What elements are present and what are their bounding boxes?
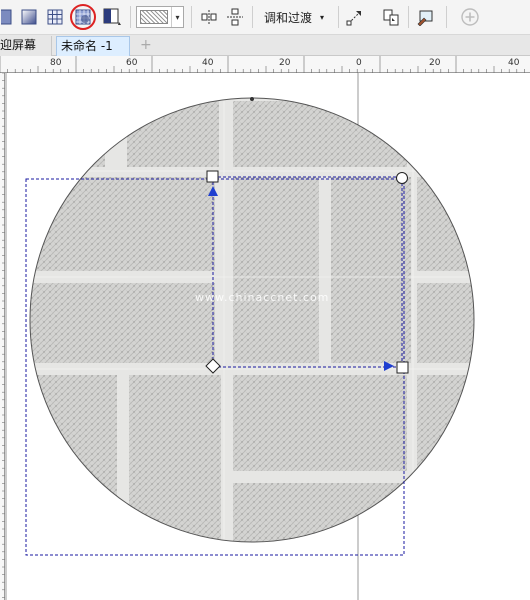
vertical-mirror-button[interactable] <box>224 4 246 30</box>
chevron-down-icon: ▾ <box>171 7 183 27</box>
ruler-label: 40 <box>508 58 520 68</box>
toolbar-separator <box>191 6 192 28</box>
edit-transparency-button[interactable] <box>414 4 438 30</box>
drawing-canvas[interactable]: www.chinaccnet.com <box>5 73 530 600</box>
origin-handle[interactable] <box>206 170 219 183</box>
gradient-tool-button[interactable] <box>18 4 40 30</box>
tab-untitled-document[interactable]: 未命名 -1 <box>56 36 130 56</box>
add-button[interactable] <box>458 4 482 30</box>
shape-edit-tool-button[interactable] <box>100 4 124 30</box>
tab-welcome-screen[interactable]: 迎屏幕 <box>0 36 52 56</box>
clone-transparency-button[interactable] <box>380 4 402 30</box>
grid-icon <box>47 9 63 25</box>
toolbar-separator <box>252 6 253 28</box>
ruler-label: 80 <box>50 58 62 68</box>
ruler-label: 20 <box>279 58 291 68</box>
half-filled-square-icon <box>103 8 121 25</box>
mirror-vertical-icon <box>227 8 243 26</box>
node-arrow-icon <box>346 10 362 26</box>
toolbar-separator <box>408 6 409 28</box>
copy-icon <box>383 9 399 26</box>
ruler-label: 20 <box>429 58 441 68</box>
ruler-ticks <box>0 56 525 73</box>
document-tab-bar: 迎屏幕 未命名 -1 + <box>0 35 530 56</box>
rotate-handle[interactable] <box>396 172 408 184</box>
toolbar: ▾ 调和过渡 ▾ <box>0 0 530 35</box>
gradient-square-icon <box>21 9 37 25</box>
toolbar-separator <box>130 6 131 28</box>
toolbar-separator <box>446 6 447 28</box>
new-tab-button[interactable]: + <box>136 36 152 56</box>
horizontal-ruler[interactable]: 80 60 40 20 0 20 40 <box>0 56 530 73</box>
ruler-label: 60 <box>126 58 138 68</box>
pattern-swatch <box>140 10 168 24</box>
copy-properties-button[interactable] <box>344 4 366 30</box>
highlight-ring <box>70 4 96 30</box>
flat-square-icon <box>1 9 12 25</box>
fill-tool-button[interactable] <box>0 4 14 30</box>
chevron-down-icon: ▾ <box>320 12 325 22</box>
blend-transition-dropdown[interactable]: 调和过渡 ▾ <box>258 6 330 28</box>
circle-node <box>250 97 254 101</box>
edit-image-icon <box>417 10 433 26</box>
pattern-dropdown[interactable]: ▾ <box>136 6 184 28</box>
transparency-tool-button[interactable] <box>70 4 96 30</box>
canvas-svg <box>5 73 530 600</box>
brick-pattern-circle[interactable] <box>5 73 530 600</box>
ruler-label: 0 <box>356 58 362 68</box>
mirror-horizontal-icon <box>201 10 217 24</box>
scale-handle[interactable] <box>396 361 409 374</box>
horizontal-mirror-button[interactable] <box>198 4 220 30</box>
add-circle-icon <box>461 8 479 26</box>
mesh-tool-button[interactable] <box>44 4 66 30</box>
watermark-text: www.chinaccnet.com <box>195 291 330 304</box>
app-window: ▾ 调和过渡 ▾ 迎屏幕 未命名 -1 + 80 60 40 20 0 20 4… <box>0 0 530 600</box>
blend-transition-label: 调和过渡 <box>264 10 313 25</box>
ruler-label: 40 <box>202 58 214 68</box>
toolbar-separator <box>338 6 339 28</box>
